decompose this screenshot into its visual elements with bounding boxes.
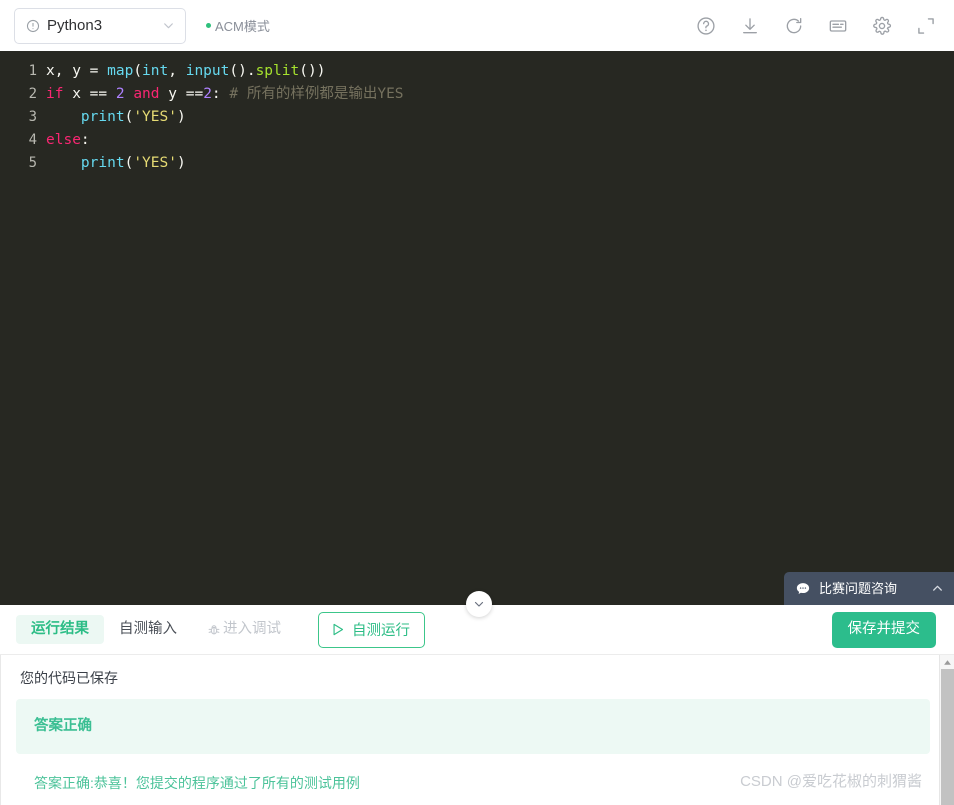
code-line-content: else: bbox=[46, 129, 90, 152]
triangle-up-icon bbox=[943, 659, 951, 665]
contest-chat-widget[interactable]: 比赛问题咨询 bbox=[784, 572, 954, 605]
help-icon[interactable] bbox=[696, 16, 716, 36]
code-line: 3 print('YES') bbox=[0, 106, 954, 129]
code-token: 2 bbox=[115, 86, 125, 102]
chevron-down-icon bbox=[474, 601, 484, 607]
status-dot-icon bbox=[206, 23, 211, 28]
code-token: ) bbox=[176, 155, 186, 171]
code-token: # 所有的样例都是输出YES bbox=[229, 86, 404, 102]
tab-enter-debug: 进入调试 bbox=[192, 615, 296, 644]
language-selector-value: Python3 bbox=[47, 17, 103, 34]
code-token: y == bbox=[159, 86, 204, 102]
code-token: input bbox=[185, 63, 230, 79]
code-lines: 1 x, y = map(int, input().split()) 2 if x =… bbox=[0, 51, 954, 175]
chevron-up-icon[interactable] bbox=[931, 582, 944, 595]
code-token: and bbox=[133, 86, 160, 102]
line-number: 2 bbox=[28, 86, 37, 102]
code-token: 'YES' bbox=[133, 155, 177, 171]
bottom-panel: 运行结果 自测输入 进入调试 自测运行 保存并提交 您的代码已保存 答案正确 答… bbox=[0, 605, 954, 805]
results-scrollbar[interactable] bbox=[939, 655, 954, 805]
code-line: 1 x, y = map(int, input().split()) bbox=[0, 60, 954, 83]
code-token: print bbox=[80, 109, 125, 125]
code-token: ( bbox=[124, 155, 134, 171]
line-number: 5 bbox=[28, 155, 37, 171]
code-token: print bbox=[80, 155, 125, 171]
code-editor-area[interactable]: 1 x, y = map(int, input().split()) 2 if x =… bbox=[0, 51, 954, 605]
acm-mode-badge: ACM模式 bbox=[206, 16, 270, 35]
verdict-banner: 答案正确 bbox=[16, 699, 930, 754]
code-token: if bbox=[46, 86, 64, 102]
code-token: else bbox=[46, 132, 81, 148]
code-line: 4 else: bbox=[0, 129, 954, 152]
verdict-detail-message: 答案正确:恭喜！您提交的程序通过了所有的测试用例 bbox=[34, 775, 360, 791]
code-token: map bbox=[107, 63, 134, 79]
tab-enter-debug-label: 进入调试 bbox=[223, 621, 281, 638]
code-token: ) bbox=[176, 109, 186, 125]
chat-widget-label: 比赛问题咨询 bbox=[819, 581, 898, 596]
play-icon bbox=[333, 623, 344, 636]
code-token: x == bbox=[63, 86, 116, 102]
acm-mode-label: ACM模式 bbox=[215, 19, 270, 34]
code-token: 2 bbox=[203, 86, 212, 102]
code-line-content: x, y = map(int, input().split()) bbox=[46, 60, 325, 83]
language-selector[interactable]: Python3 bbox=[14, 7, 186, 44]
code-token: x, y = bbox=[46, 63, 108, 79]
code-line-content: print('YES') bbox=[46, 152, 186, 175]
info-circle-icon bbox=[26, 19, 40, 32]
chat-bubble-icon bbox=[796, 582, 810, 594]
code-saved-message: 您的代码已保存 bbox=[20, 670, 118, 686]
panel-collapse-toggle[interactable] bbox=[466, 591, 492, 617]
scrollbar-thumb[interactable] bbox=[940, 669, 954, 805]
save-and-submit-button[interactable]: 保存并提交 bbox=[831, 611, 936, 648]
tab-run-result[interactable]: 运行结果 bbox=[16, 615, 104, 644]
line-number: 3 bbox=[28, 109, 37, 125]
note-icon[interactable] bbox=[828, 16, 848, 36]
line-number: 4 bbox=[28, 132, 37, 148]
self-test-run-label: 自测运行 bbox=[352, 623, 410, 639]
self-test-run-button[interactable]: 自测运行 bbox=[318, 611, 425, 648]
code-token: ( bbox=[124, 109, 134, 125]
editor-header-toolbar: Python3 ACM模式 bbox=[0, 0, 954, 51]
verdict-title: 答案正确 bbox=[34, 718, 92, 735]
code-token: , bbox=[168, 63, 186, 79]
panel-left-divider bbox=[0, 655, 1, 805]
code-line-content: if x == 2 and y ==2: # 所有的样例都是输出YES bbox=[46, 83, 404, 106]
tab-self-test-input[interactable]: 自测输入 bbox=[104, 615, 192, 644]
scrollbar-up-button[interactable] bbox=[940, 655, 954, 669]
code-line: 5 print('YES') bbox=[0, 152, 954, 175]
code-token: : bbox=[211, 86, 230, 102]
code-token: split bbox=[255, 63, 300, 79]
code-line-content: print('YES') bbox=[46, 106, 186, 129]
settings-gear-icon[interactable] bbox=[872, 16, 892, 36]
chevron-down-icon bbox=[164, 23, 173, 29]
tab-self-test-input-label: 自测输入 bbox=[119, 621, 177, 638]
code-token: 'YES' bbox=[133, 109, 177, 125]
line-number: 1 bbox=[28, 63, 37, 79]
code-token: ()) bbox=[299, 63, 326, 79]
code-token: (). bbox=[229, 63, 256, 79]
tab-run-result-label: 运行结果 bbox=[31, 621, 89, 638]
code-token: ( bbox=[133, 63, 143, 79]
run-result-panel: 您的代码已保存 答案正确 答案正确:恭喜！您提交的程序通过了所有的测试用例 CS… bbox=[0, 655, 954, 805]
bug-icon bbox=[208, 624, 220, 634]
code-editor-app: Python3 ACM模式 1 x, y = map(int, input().… bbox=[0, 0, 954, 805]
code-token: int bbox=[142, 63, 169, 79]
fullscreen-icon[interactable] bbox=[916, 16, 936, 36]
reset-icon[interactable] bbox=[784, 16, 804, 36]
code-token: : bbox=[80, 132, 90, 148]
download-icon[interactable] bbox=[740, 16, 760, 36]
code-line: 2 if x == 2 and y ==2: # 所有的样例都是输出YES bbox=[0, 83, 954, 106]
header-icon-group bbox=[696, 16, 936, 36]
